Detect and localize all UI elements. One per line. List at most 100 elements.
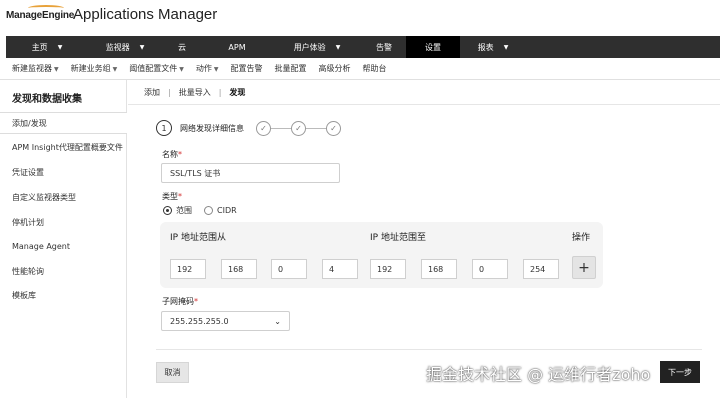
subnav-label: 配置告警: [230, 64, 263, 73]
add-range-button[interactable]: +: [572, 256, 596, 279]
watermark: 掘金技术社区 @ 运维行者zoho: [426, 365, 651, 384]
sub-nav: 新建监视器 ▼ 新建业务组 ▼ 阈值配置文件 ▼ 动作 ▼ 配置告警 批量配置 高级分析…: [0, 58, 720, 80]
nav-settings[interactable]: 设置: [406, 36, 460, 58]
chevron-down-icon: ▼: [112, 66, 118, 73]
nav-label: APM: [228, 42, 246, 52]
nav-label: 用户体验: [293, 42, 326, 52]
nav-monitors[interactable]: 监视器 ▼: [88, 36, 162, 58]
sidebar-item-add-discover[interactable]: 添加/发现: [0, 112, 127, 134]
label-text: 名称: [162, 150, 178, 159]
subnav-label: 帮助台: [362, 64, 387, 73]
subnav-label: 阈值配置文件: [129, 64, 178, 73]
nav-cloud[interactable]: 云: [162, 36, 202, 58]
sidebar: 发现和数据收集 添加/发现 APM Insight代理配置概要文件 凭证设置 自…: [0, 80, 127, 398]
step-connector: [306, 127, 326, 129]
nav-label: 主页: [31, 42, 48, 52]
action-label: 操作: [572, 233, 591, 243]
subnet-label: 子网掩码*: [162, 296, 198, 307]
chevron-down-icon: ▼: [57, 43, 63, 51]
nav-alarms[interactable]: 告警: [362, 36, 406, 58]
required-mark: *: [178, 192, 182, 201]
check-icon: ✓: [256, 120, 271, 136]
ip-to-octet-3[interactable]: 0: [472, 259, 508, 279]
subnet-select[interactable]: 255.255.255.0 ⌄: [161, 311, 290, 331]
app-title: Applications Manager: [73, 6, 218, 23]
subnav-bulk-config[interactable]: 批量配置: [275, 63, 307, 74]
brand-logo[interactable]: ManageEngine: [6, 5, 74, 21]
subnav-label: 新建监视器: [12, 64, 52, 73]
type-label: 类型*: [162, 191, 182, 202]
subnav-label: 新建业务组: [70, 64, 111, 73]
nav-apm[interactable]: APM: [202, 36, 272, 58]
nav-home[interactable]: 主页 ▼: [6, 36, 88, 58]
ip-from-octet-1[interactable]: 192: [170, 259, 206, 279]
chevron-down-icon: ▼: [335, 43, 341, 51]
app-header: ManageEngine Applications Manager: [0, 0, 720, 36]
label-text: 子网掩码: [162, 297, 194, 306]
ip-to-octet-1[interactable]: 192: [370, 259, 406, 279]
chevron-down-icon: ▼: [213, 66, 219, 73]
required-mark: *: [178, 150, 182, 159]
ip-to-octet-4[interactable]: 254: [523, 259, 559, 279]
chevron-down-icon: ▼: [54, 66, 59, 73]
sidebar-item-downtime[interactable]: 停机计划: [0, 211, 127, 233]
subnav-actions[interactable]: 动作 ▼: [196, 63, 219, 74]
subnet-value: 255.255.255.0: [170, 316, 229, 326]
nav-label: 告警: [376, 42, 392, 52]
subnav-new-business-group[interactable]: 新建业务组 ▼: [71, 63, 118, 74]
sidebar-item-credentials[interactable]: 凭证设置: [0, 161, 127, 183]
cancel-button[interactable]: 取消: [156, 362, 189, 383]
subnav-help-desk[interactable]: 帮助台: [363, 63, 387, 74]
ip-to-label: IP 地址范围至: [370, 233, 426, 243]
logo-arc-icon: [28, 5, 64, 11]
step-number: 1: [156, 120, 172, 136]
subnav-label: 高级分析: [318, 64, 351, 73]
chevron-down-icon: ▼: [179, 66, 184, 73]
tab-add[interactable]: 添加: [144, 87, 160, 98]
label-text: 类型: [162, 192, 178, 201]
subnav-configure-alarms[interactable]: 配置告警: [231, 63, 263, 74]
nav-label: 设置: [425, 42, 441, 52]
nav-reports[interactable]: 报表 ▼: [460, 36, 526, 58]
sidebar-item-template-library[interactable]: 模板库: [0, 284, 127, 306]
ip-to-octet-2[interactable]: 168: [421, 259, 457, 279]
check-icon: ✓: [291, 120, 306, 136]
subnav-label: 批量配置: [274, 64, 307, 73]
tab-bulk-import[interactable]: 批量导入: [179, 87, 211, 98]
subnav-advanced-analytics[interactable]: 高级分析: [319, 63, 351, 74]
name-label: 名称*: [162, 149, 182, 160]
nav-label: 监视器: [105, 42, 130, 52]
radio-cidr-label[interactable]: CIDR: [217, 206, 237, 215]
radio-range[interactable]: [163, 206, 172, 215]
subnav-label: 动作: [195, 64, 212, 73]
ip-from-label: IP 地址范围从: [170, 233, 226, 243]
nav-label: 报表: [477, 42, 494, 52]
chevron-down-icon: ▼: [139, 43, 145, 51]
radio-cidr[interactable]: [204, 206, 213, 215]
tab-separator: |: [218, 87, 222, 97]
sidebar-item-performance-polling[interactable]: 性能轮询: [0, 260, 127, 282]
sidebar-item-custom-monitor-types[interactable]: 自定义监视器类型: [0, 186, 127, 208]
nav-user-experience[interactable]: 用户体验 ▼: [272, 36, 362, 58]
step-label: 网络发现详细信息: [180, 123, 244, 133]
chevron-down-icon: ▼: [503, 43, 509, 51]
radio-range-label[interactable]: 范围: [176, 205, 192, 216]
name-input[interactable]: SSL/TLS 证书: [161, 163, 340, 183]
chevron-down-icon: ⌄: [274, 316, 281, 326]
main-nav: 主页 ▼ 监视器 ▼ 云 APM 用户体验 ▼ 告警 设置 报表 ▼: [6, 36, 720, 58]
next-button[interactable]: 下一步: [660, 361, 700, 383]
tab-separator: |: [168, 87, 171, 97]
subnav-new-monitor[interactable]: 新建监视器 ▼: [12, 63, 59, 74]
tab-discover[interactable]: 发现: [229, 87, 245, 98]
subnav-threshold-profiles[interactable]: 阈值配置文件 ▼: [129, 63, 184, 74]
ip-from-octet-3[interactable]: 0: [271, 259, 307, 279]
sidebar-item-apm-insight[interactable]: APM Insight代理配置概要文件: [0, 136, 127, 158]
ip-from-octet-4[interactable]: 4: [322, 259, 358, 279]
check-icon: ✓: [326, 120, 341, 136]
form-divider: [156, 349, 702, 350]
nav-label: 云: [178, 42, 186, 52]
sidebar-item-manage-agent[interactable]: Manage Agent: [0, 235, 127, 257]
wizard-steps: 1 网络发现详细信息 ✓ ✓ ✓: [156, 120, 341, 136]
ip-from-octet-2[interactable]: 168: [221, 259, 257, 279]
required-mark: *: [194, 297, 198, 306]
